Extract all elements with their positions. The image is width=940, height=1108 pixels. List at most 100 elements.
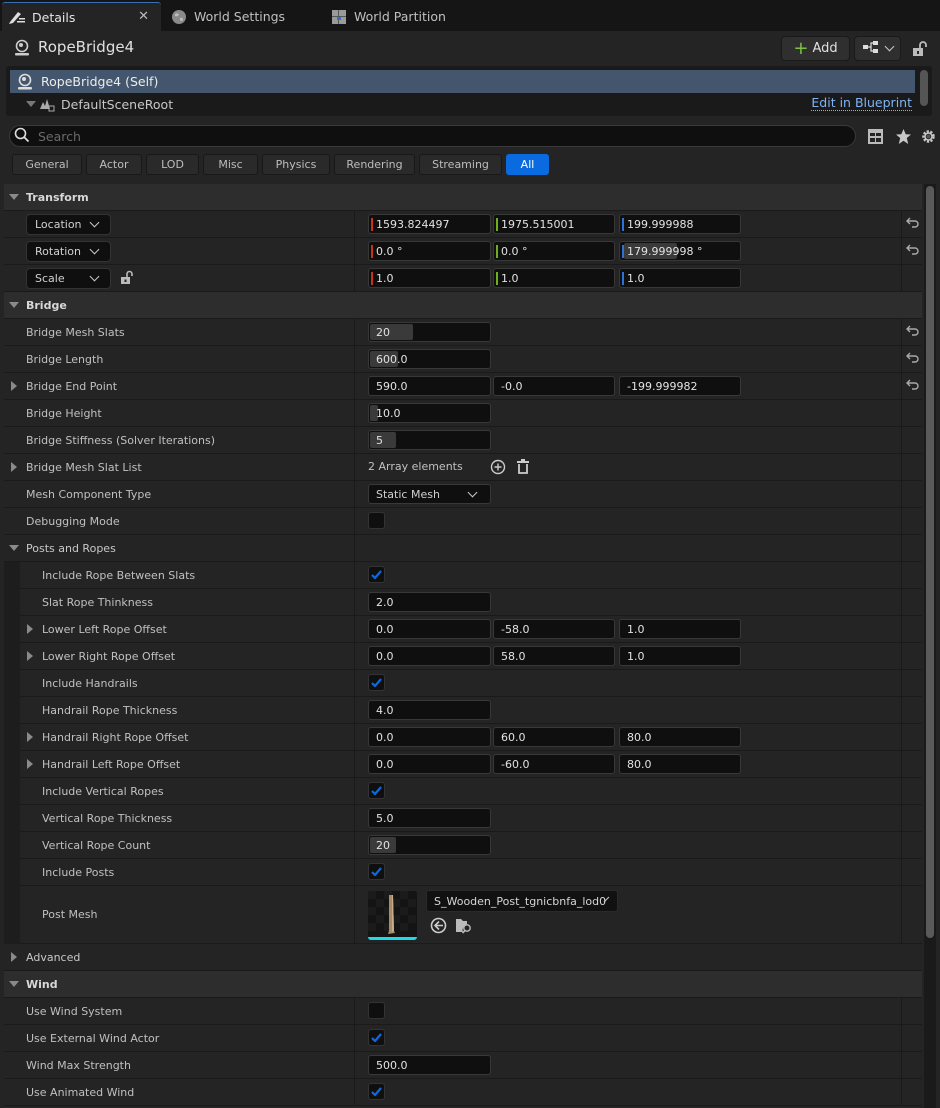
- bridge-mesh-slats-spinbox[interactable]: 20: [368, 322, 491, 342]
- scale-mode-dropdown[interactable]: Scale: [26, 268, 111, 289]
- handrail-right-z-input[interactable]: 80.0: [619, 727, 741, 747]
- scale-x-input[interactable]: 1.0: [368, 268, 491, 288]
- handrail-rope-thickness-input[interactable]: 4.0: [368, 700, 491, 720]
- handrail-left-z-input[interactable]: 80.0: [619, 754, 741, 774]
- lower-right-x-input[interactable]: 0.0: [368, 646, 491, 666]
- end-point-y-input[interactable]: -0.0: [493, 376, 615, 396]
- unlocked-padlock-icon[interactable]: [911, 40, 929, 58]
- include-rope-between-slats-checkbox[interactable]: [368, 566, 385, 583]
- add-component-button[interactable]: + Add: [781, 36, 850, 61]
- edit-in-blueprint-link[interactable]: Edit in Blueprint: [811, 96, 912, 111]
- scale-y-input[interactable]: 1.0: [493, 268, 615, 288]
- add-element-icon[interactable]: [490, 459, 506, 478]
- category-transform[interactable]: Transform: [4, 184, 922, 211]
- use-external-wind-actor-checkbox[interactable]: [368, 1029, 385, 1046]
- close-icon[interactable]: ✕: [138, 9, 149, 24]
- location-mode-dropdown[interactable]: Location: [26, 214, 111, 235]
- filter-misc[interactable]: Misc: [203, 154, 258, 175]
- filter-lod[interactable]: LOD: [146, 154, 199, 175]
- expand-arrow-icon[interactable]: [26, 101, 36, 107]
- expand-arrow-icon[interactable]: [11, 462, 17, 472]
- expand-arrow-icon[interactable]: [11, 952, 17, 962]
- include-vertical-ropes-checkbox[interactable]: [368, 782, 385, 799]
- browse-to-asset-icon[interactable]: [455, 917, 473, 937]
- lower-left-z-input[interactable]: 1.0: [619, 619, 741, 639]
- use-selected-asset-icon[interactable]: [430, 917, 447, 937]
- expand-arrow-icon[interactable]: [11, 381, 17, 391]
- handrail-right-y-input[interactable]: 60.0: [493, 727, 615, 747]
- component-default-scene-root[interactable]: DefaultSceneRoot: [26, 96, 173, 112]
- rotation-mode-dropdown[interactable]: Rotation: [26, 241, 111, 262]
- slat-rope-thickness-input[interactable]: 2.0: [368, 592, 491, 612]
- include-handrails-checkbox[interactable]: [368, 674, 385, 691]
- scrollbar-thumb[interactable]: [926, 186, 934, 938]
- filter-actor[interactable]: Actor: [86, 154, 142, 175]
- filter-physics[interactable]: Physics: [262, 154, 330, 175]
- tab-details[interactable]: Details ✕: [2, 2, 161, 31]
- lower-left-y-input[interactable]: -58.0: [493, 619, 615, 639]
- end-point-z-input[interactable]: -199.999982: [619, 376, 741, 396]
- collapse-arrow-icon[interactable]: [9, 981, 19, 987]
- reset-to-default-button[interactable]: [901, 373, 922, 399]
- expand-arrow-icon[interactable]: [27, 759, 33, 769]
- lower-right-z-input[interactable]: 1.0: [619, 646, 741, 666]
- category-wind[interactable]: Wind: [4, 971, 922, 998]
- trash-icon[interactable]: [516, 458, 530, 478]
- scale-z-input[interactable]: 1.0: [619, 268, 741, 288]
- debugging-mode-checkbox[interactable]: [368, 512, 385, 529]
- include-posts-checkbox[interactable]: [368, 863, 385, 880]
- property-matrix-icon[interactable]: [867, 128, 884, 145]
- reset-to-default-button[interactable]: [901, 211, 922, 237]
- category-bridge[interactable]: Bridge: [4, 292, 922, 319]
- group-advanced[interactable]: Advanced: [4, 944, 922, 971]
- lower-left-x-input[interactable]: 0.0: [368, 619, 491, 639]
- unlocked-padlock-icon[interactable]: [120, 270, 134, 288]
- location-x-input[interactable]: 1593.824497: [368, 214, 491, 234]
- vertical-rope-count-spinbox[interactable]: 20: [368, 835, 491, 855]
- handrail-right-x-input[interactable]: 0.0: [368, 727, 491, 747]
- tab-world-settings[interactable]: World Settings: [168, 2, 285, 31]
- expand-arrow-icon[interactable]: [27, 651, 33, 661]
- expand-arrow-icon[interactable]: [27, 732, 33, 742]
- use-animated-wind-checkbox[interactable]: [368, 1083, 385, 1100]
- blueprint-options-button[interactable]: [854, 36, 901, 61]
- rotation-x-input[interactable]: 0.0 °: [368, 241, 491, 261]
- filter-rendering[interactable]: Rendering: [334, 154, 415, 175]
- wind-max-strength-input[interactable]: 500.0: [368, 1055, 491, 1075]
- location-z-input[interactable]: 199.999988: [619, 214, 741, 234]
- vertical-rope-thickness-input[interactable]: 5.0: [368, 808, 491, 828]
- rotation-z-input[interactable]: 179.999998 °: [619, 241, 741, 261]
- property-label: Include Posts: [42, 865, 115, 879]
- reset-to-default-button[interactable]: [901, 319, 922, 345]
- search-input[interactable]: [38, 128, 818, 144]
- lower-right-y-input[interactable]: 58.0: [493, 646, 615, 666]
- tab-world-partition[interactable]: World Partition: [330, 2, 446, 31]
- use-wind-system-checkbox[interactable]: [368, 1002, 385, 1019]
- tree-scrollbar[interactable]: [920, 70, 928, 106]
- component-self-row[interactable]: RopeBridge4 (Self): [10, 70, 915, 93]
- collapse-arrow-icon[interactable]: [9, 545, 19, 551]
- filter-general[interactable]: General: [12, 154, 82, 175]
- end-point-x-input[interactable]: 590.0: [368, 376, 491, 396]
- handrail-left-y-input[interactable]: -60.0: [493, 754, 615, 774]
- filter-all[interactable]: All: [506, 154, 549, 175]
- bridge-stiffness-spinbox[interactable]: 5: [368, 430, 491, 450]
- reset-to-default-button[interactable]: [901, 238, 922, 264]
- group-posts-and-ropes[interactable]: Posts and Ropes: [4, 535, 922, 562]
- favorites-star-icon[interactable]: [895, 128, 912, 145]
- collapse-arrow-icon[interactable]: [9, 194, 19, 200]
- collapse-arrow-icon[interactable]: [9, 302, 19, 308]
- rotation-y-input[interactable]: 0.0 °: [493, 241, 615, 261]
- settings-gear-icon[interactable]: [920, 128, 937, 145]
- filter-streaming[interactable]: Streaming: [419, 154, 502, 175]
- post-mesh-thumbnail[interactable]: [368, 891, 417, 940]
- bridge-length-spinbox[interactable]: 600.0: [368, 349, 491, 369]
- expand-arrow-icon[interactable]: [27, 624, 33, 634]
- property-grid-scrollbar[interactable]: [924, 184, 936, 1108]
- location-y-input[interactable]: 1975.515001: [493, 214, 615, 234]
- post-mesh-asset-picker[interactable]: S_Wooden_Post_tgnicbnfa_lod0: [426, 890, 618, 912]
- reset-to-default-button[interactable]: [901, 346, 922, 372]
- handrail-left-x-input[interactable]: 0.0: [368, 754, 491, 774]
- bridge-height-spinbox[interactable]: 10.0: [368, 403, 491, 423]
- mesh-component-type-dropdown[interactable]: Static Mesh: [368, 484, 491, 504]
